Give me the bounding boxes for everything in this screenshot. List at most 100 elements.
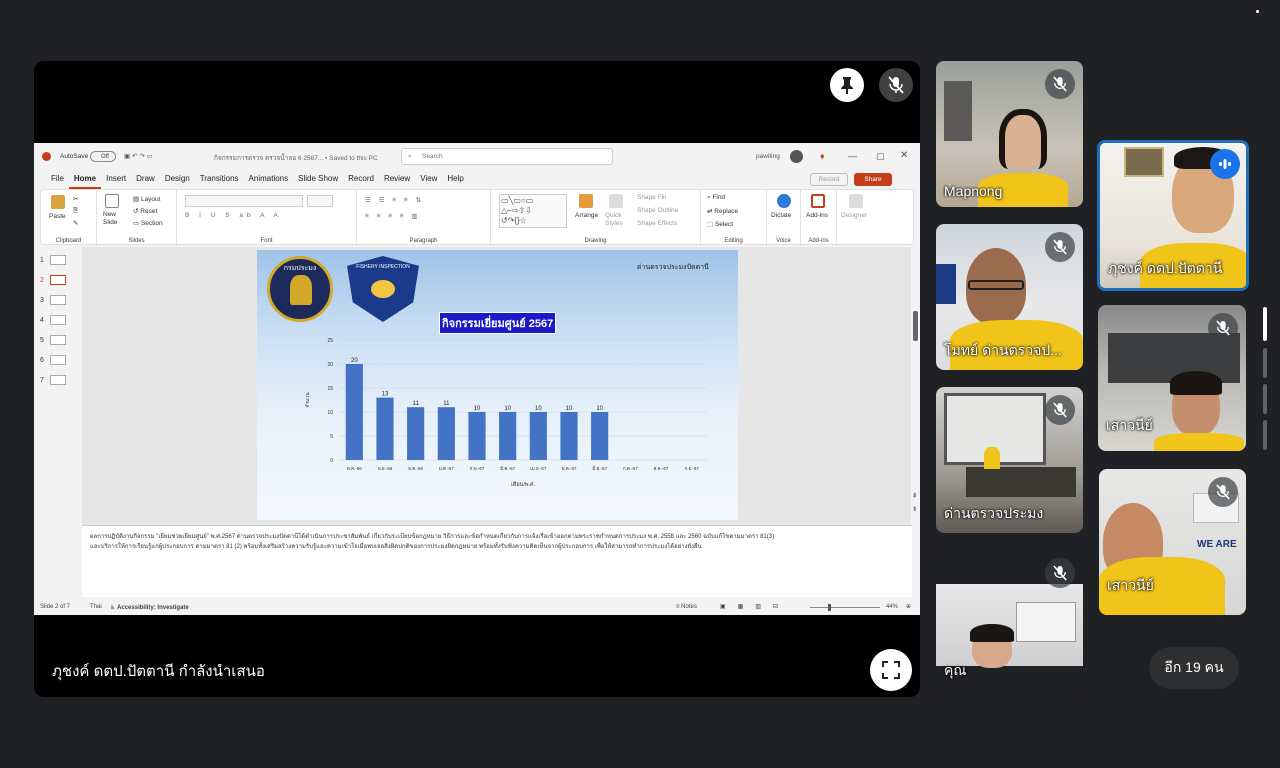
dictate-label[interactable]: Dictate — [771, 212, 791, 219]
zoom-slider[interactable] — [810, 607, 880, 608]
slide-number: 4 — [40, 316, 44, 324]
menu-file[interactable]: File — [46, 171, 69, 189]
close-icon[interactable]: ✕ — [900, 150, 908, 161]
menu-view[interactable]: View — [415, 171, 442, 189]
font-format-icons[interactable]: B I U S ab A A — [185, 212, 282, 219]
mute-indicator — [1045, 395, 1075, 425]
search-icon: ⌕ — [408, 153, 412, 160]
cut-icon[interactable]: ✂ — [73, 195, 78, 203]
slide-thumbnail[interactable]: 1 — [40, 255, 66, 265]
align-icons[interactable]: ≡ ≡ ≡ ≡ ▥ — [365, 212, 421, 220]
copy-icon[interactable]: ⎘ — [73, 207, 78, 215]
dictate-icon[interactable] — [777, 194, 791, 208]
quick-styles-icon[interactable] — [609, 194, 623, 208]
paste-icon[interactable] — [51, 195, 65, 209]
slide-thumbnail[interactable]: 5 — [40, 335, 66, 345]
slide-thumbnail[interactable]: 6 — [40, 355, 66, 365]
paste-label[interactable]: Paste — [49, 213, 66, 220]
select-button[interactable]: ⬚ Select — [707, 220, 733, 228]
view-icons[interactable]: ▣▦▥⊟ — [720, 603, 790, 610]
voice-label: Voice — [776, 238, 791, 244]
participant-tile[interactable]: WE ARE เสาวนีย์ — [1099, 469, 1246, 615]
menu-record[interactable]: Record — [343, 171, 379, 189]
zoom-level[interactable]: 44% — [886, 604, 898, 610]
language-status[interactable]: Thai — [90, 604, 102, 610]
slide-number: 7 — [40, 376, 44, 384]
menu-design[interactable]: Design — [160, 171, 195, 189]
notes-pane[interactable]: ผลการปฏิบัติงานกิจกรรม "เยี่ยมช่วยเยี่ยม… — [82, 525, 912, 597]
bar-chart: 0 5 10 15 20 25 จำนวน 20 ต.ค.-66 13 พ.ย.-66 11 ธ.ค.-… — [305, 338, 707, 488]
slide-thumbnail[interactable]: 4 — [40, 315, 66, 325]
shape-fill-label[interactable]: Shape Fill — [637, 194, 666, 201]
fullscreen-button[interactable] — [870, 649, 912, 691]
section-button[interactable]: ▭ Section — [133, 219, 163, 227]
addins-button-label[interactable]: Add-ins — [806, 212, 828, 219]
slide-thumbnail[interactable]: 3 — [40, 295, 66, 305]
font-name-select[interactable] — [185, 195, 303, 207]
maximize-icon[interactable]: ▢ — [876, 151, 885, 162]
replace-button[interactable]: ⇄ Replace — [707, 207, 738, 215]
reset-button[interactable]: ↺ Reset — [133, 207, 157, 215]
shapes-gallery[interactable]: ▭╲▭○▭ △⌐⇨⇧⇩ ↺↷{}☆ — [499, 194, 567, 228]
accessibility-status[interactable]: ♿ Accessibility: Investigate — [110, 604, 189, 611]
menu-insert[interactable]: Insert — [101, 171, 131, 189]
menu-animations[interactable]: Animations — [244, 171, 294, 189]
participant-tile-active-speaker[interactable]: ภุชงค์ ดตป.ปัตตานี — [1097, 140, 1249, 291]
arrange-icon[interactable] — [579, 194, 593, 208]
menu-help[interactable]: Help — [442, 171, 468, 189]
quick-styles-label[interactable]: Quick Styles — [605, 212, 631, 228]
replace-label: Replace — [714, 208, 739, 215]
font-size-select[interactable] — [307, 195, 333, 207]
fit-slide-icon[interactable]: ⊕ — [906, 603, 911, 610]
share-button[interactable]: Share — [854, 173, 892, 186]
save-icon[interactable]: ▣ ↶ ↷ ▭ — [124, 152, 153, 160]
search-placeholder: Search — [422, 153, 443, 160]
participant-tile[interactable]: Mapnong — [936, 61, 1083, 207]
participant-tile[interactable]: คุณ — [936, 550, 1083, 696]
addins-icon[interactable] — [811, 194, 825, 208]
stage-mute-button[interactable] — [879, 68, 913, 102]
prev-slide-icon[interactable]: ⇞ — [912, 492, 918, 500]
notes-toggle[interactable]: ≡ Notes — [676, 604, 697, 610]
search-box[interactable]: ⌕ Search — [401, 148, 613, 165]
shape-outline-label[interactable]: Shape Outline — [637, 207, 678, 214]
data-label: 10 — [566, 406, 573, 412]
autosave-toggle[interactable]: Off — [90, 151, 116, 162]
designer-label[interactable]: Designer — [841, 212, 867, 219]
slide-thumbnail[interactable]: 7 — [40, 375, 66, 385]
menu-home[interactable]: Home — [68, 171, 102, 189]
menu-draw[interactable]: Draw — [131, 171, 160, 189]
participant-tile[interactable]: โมทย์ ด่านตรวจป... — [936, 224, 1083, 370]
minimize-icon[interactable]: — — [848, 151, 857, 161]
designer-icon[interactable] — [849, 194, 863, 208]
menu-transitions[interactable]: Transitions — [195, 171, 244, 189]
vertical-scrollbar[interactable]: ⇞ ⇟ — [911, 247, 920, 525]
new-slide-label[interactable]: New Slide — [103, 211, 125, 227]
menu-review[interactable]: Review — [379, 171, 415, 189]
pin-button[interactable] — [830, 68, 864, 102]
pin-icon — [841, 77, 853, 94]
find-button[interactable]: ⌕ Find — [707, 194, 725, 202]
next-slide-icon[interactable]: ⇟ — [912, 505, 918, 513]
arrange-label[interactable]: Arrange — [575, 212, 598, 219]
menu-slide-show[interactable]: Slide Show — [293, 171, 343, 189]
avatar[interactable] — [790, 150, 803, 163]
layout-button[interactable]: ▤ Layout — [133, 195, 160, 203]
slide-thumbnail-image — [49, 315, 66, 325]
bar — [529, 412, 547, 460]
participant-tile[interactable]: ด่านตรวจประมง — [936, 387, 1083, 533]
list-icons[interactable]: ☰ ☰ ≡ ≡ ⇅ — [365, 196, 424, 204]
new-slide-icon[interactable] — [105, 194, 119, 208]
copilot-icon[interactable]: ♦ — [820, 151, 825, 161]
participant-tile[interactable]: เสาวนีย์ — [1098, 305, 1246, 451]
scroll-thumb[interactable] — [913, 311, 918, 341]
participant-scroll-indicator[interactable] — [1263, 307, 1267, 341]
mic-off-icon — [1053, 76, 1067, 92]
more-participants-button[interactable]: อีก 19 คน — [1149, 647, 1239, 689]
emblem-icon — [290, 275, 312, 305]
slide-thumbnail[interactable]: 2 — [40, 275, 66, 285]
shape-effects-label[interactable]: Shape Effects — [637, 220, 677, 227]
record-button[interactable]: Record — [810, 173, 848, 186]
format-painter-icon[interactable]: ✎ — [73, 219, 78, 227]
zoom-slider-thumb[interactable] — [828, 604, 831, 611]
